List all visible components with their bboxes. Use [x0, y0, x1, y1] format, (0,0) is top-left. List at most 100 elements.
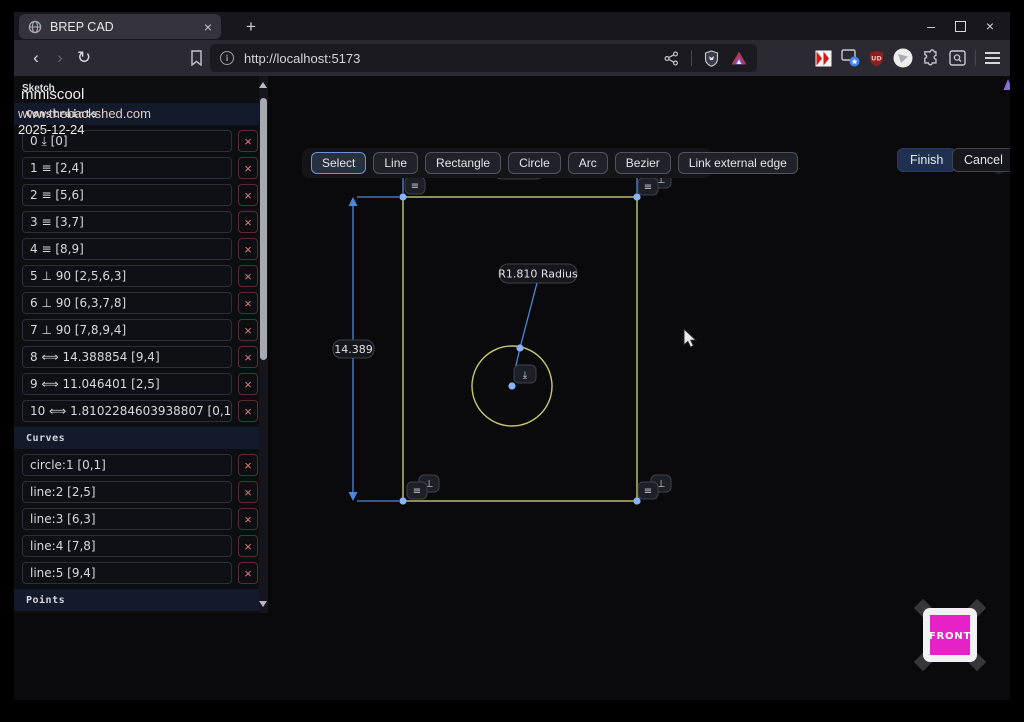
- tool-bezier-button[interactable]: Bezier: [615, 152, 671, 174]
- window-controls: – ×: [923, 12, 1004, 40]
- extensions-cluster: UD: [815, 46, 1000, 70]
- constraint-field[interactable]: 10 ⟺ 1.8102284603938807 [0,1]: [22, 400, 232, 422]
- curve-field[interactable]: line:5 [9,4]: [22, 562, 232, 584]
- page-content: Sketch Constraints 0 ⤓ [0] × 1 ≡ [2,4] ×: [14, 76, 1010, 700]
- finish-button[interactable]: Finish: [897, 148, 956, 172]
- delete-constraint-button[interactable]: ×: [238, 346, 258, 368]
- url-text[interactable]: http://localhost:5173: [244, 51, 664, 66]
- brave-shield-icon[interactable]: [704, 50, 719, 67]
- close-button[interactable]: ×: [982, 18, 998, 34]
- constraint-field[interactable]: 4 ≡ [8,9]: [22, 238, 232, 260]
- reload-button[interactable]: ↻: [72, 48, 96, 68]
- delete-curve-button[interactable]: ×: [238, 562, 258, 584]
- menu-hamburger-icon[interactable]: [985, 52, 1000, 64]
- bookmark-icon[interactable]: [190, 50, 203, 66]
- puzzle-extensions-icon[interactable]: [922, 49, 940, 67]
- globe-favicon-icon: [28, 20, 42, 34]
- browser-tab[interactable]: BREP CAD ×: [19, 14, 221, 39]
- height-dimension[interactable]: 14.389: [333, 197, 399, 501]
- minimize-button[interactable]: –: [923, 18, 939, 34]
- webgl-report-extension-icon[interactable]: [893, 48, 913, 68]
- curves-list: circle:1 [0,1] × line:2 [2,5] × line:3 […: [14, 454, 268, 584]
- sketch-tool-palette: Select Line Rectangle Circle Arc Bezier …: [302, 148, 712, 178]
- curve-row: line:2 [2,5] ×: [22, 481, 268, 503]
- delete-constraint-button[interactable]: ×: [238, 373, 258, 395]
- sketch-points[interactable]: [399, 193, 640, 504]
- delete-curve-button[interactable]: ×: [238, 535, 258, 557]
- radius-dimension[interactable]: R1.810 Radius: [498, 264, 578, 374]
- anchor-badge-icon: ⤓: [523, 370, 528, 381]
- forward-button[interactable]: ›: [48, 48, 72, 68]
- curve-field[interactable]: line:3 [6,3]: [22, 508, 232, 530]
- coincident-badge-icon: ≡: [411, 181, 419, 192]
- delete-curve-button[interactable]: ×: [238, 481, 258, 503]
- sidebar-extension-icon[interactable]: [815, 50, 832, 67]
- curve-field[interactable]: line:2 [2,5]: [22, 481, 232, 503]
- address-bar[interactable]: i http://localhost:5173: [210, 44, 757, 72]
- delete-constraint-button[interactable]: ×: [238, 211, 258, 233]
- curve-row: line:3 [6,3] ×: [22, 508, 268, 530]
- scrollbar-up-icon[interactable]: [259, 82, 267, 88]
- sidebar-scrollbar[interactable]: [259, 76, 268, 613]
- bat-triangle-icon[interactable]: [731, 51, 747, 65]
- scrollbar-down-icon[interactable]: [259, 601, 267, 607]
- coincident-badge-icon: ≡: [644, 486, 652, 497]
- delete-constraint-button[interactable]: ×: [238, 265, 258, 287]
- coincident-badge-icon: ≡: [413, 486, 421, 497]
- curve-row: line:4 [7,8] ×: [22, 535, 268, 557]
- points-section-header: Points: [14, 589, 259, 611]
- constraint-row: 5 ⊥ 90 [2,5,6,3] ×: [22, 265, 268, 287]
- browser-window: BREP CAD × + – × ‹ › ↻ i http://localhos…: [14, 12, 1010, 700]
- height-dimension-label: 14.389: [334, 343, 373, 356]
- curve-field[interactable]: line:4 [7,8]: [22, 535, 232, 557]
- constraint-field[interactable]: 7 ⊥ 90 [7,8,9,4]: [22, 319, 232, 341]
- delete-constraint-button[interactable]: ×: [238, 400, 258, 422]
- curve-row: line:5 [9,4] ×: [22, 562, 268, 584]
- constraint-field[interactable]: 5 ⊥ 90 [2,5,6,3]: [22, 265, 232, 287]
- tool-rectangle-button[interactable]: Rectangle: [425, 152, 501, 174]
- constraint-field[interactable]: 8 ⟺ 14.388854 [9,4]: [22, 346, 232, 368]
- maximize-button[interactable]: [955, 21, 966, 32]
- constraint-field[interactable]: 6 ⊥ 90 [6,3,7,8]: [22, 292, 232, 314]
- mouse-cursor: [684, 329, 696, 347]
- view-cube[interactable]: FRONT: [914, 599, 986, 671]
- ud-shield-extension-icon[interactable]: UD: [869, 50, 884, 67]
- scrollbar-thumb[interactable]: [260, 98, 267, 360]
- share-icon[interactable]: [664, 51, 679, 66]
- tool-line-button[interactable]: Line: [373, 152, 418, 174]
- site-info-icon[interactable]: i: [220, 51, 234, 65]
- constraint-row: 3 ≡ [3,7] ×: [22, 211, 268, 233]
- delete-curve-button[interactable]: ×: [238, 454, 258, 476]
- cancel-button[interactable]: Cancel: [952, 148, 1010, 172]
- constraint-field[interactable]: 2 ≡ [5,6]: [22, 184, 232, 206]
- delete-constraint-button[interactable]: ×: [238, 157, 258, 179]
- tab-capture-extension-icon[interactable]: [841, 49, 860, 67]
- constraint-field[interactable]: 9 ⟺ 11.046401 [2,5]: [22, 373, 232, 395]
- curve-row: circle:1 [0,1] ×: [22, 454, 268, 476]
- search-sidebar-icon[interactable]: [949, 50, 966, 66]
- curve-field[interactable]: circle:1 [0,1]: [22, 454, 232, 476]
- tool-arc-button[interactable]: Arc: [568, 152, 608, 174]
- constraints-section-header: Constraints: [14, 103, 259, 125]
- new-tab-button[interactable]: +: [238, 14, 264, 39]
- delete-constraint-button[interactable]: ×: [238, 184, 258, 206]
- constraint-row: 10 ⟺ 1.8102284603938807 [0,1] ×: [22, 400, 268, 422]
- tool-circle-button[interactable]: Circle: [508, 152, 561, 174]
- constraint-field[interactable]: 1 ≡ [2,4]: [22, 157, 232, 179]
- back-button[interactable]: ‹: [24, 48, 48, 68]
- constraint-field[interactable]: 3 ≡ [3,7]: [22, 211, 232, 233]
- constraints-list: 0 ⤓ [0] × 1 ≡ [2,4] × 2 ≡ [5,6] ×: [14, 130, 268, 422]
- sidebar-title: Sketch: [22, 83, 55, 94]
- delete-constraint-button[interactable]: ×: [238, 292, 258, 314]
- delete-constraint-button[interactable]: ×: [238, 130, 258, 152]
- delete-constraint-button[interactable]: ×: [238, 319, 258, 341]
- constraint-field[interactable]: 0 ⤓ [0]: [22, 130, 232, 152]
- tab-close-icon[interactable]: ×: [204, 20, 212, 34]
- tool-link-external-edge-button[interactable]: Link external edge: [678, 152, 798, 174]
- constraint-row: 8 ⟺ 14.388854 [9,4] ×: [22, 346, 268, 368]
- delete-curve-button[interactable]: ×: [238, 508, 258, 530]
- constraint-badges[interactable]: ≡ ⊥ ≡ ⊥ ≡ ⊥ ≡ ⤓: [405, 171, 671, 499]
- delete-constraint-button[interactable]: ×: [238, 238, 258, 260]
- tool-select-button[interactable]: Select: [311, 152, 366, 174]
- constraint-row: 2 ≡ [5,6] ×: [22, 184, 268, 206]
